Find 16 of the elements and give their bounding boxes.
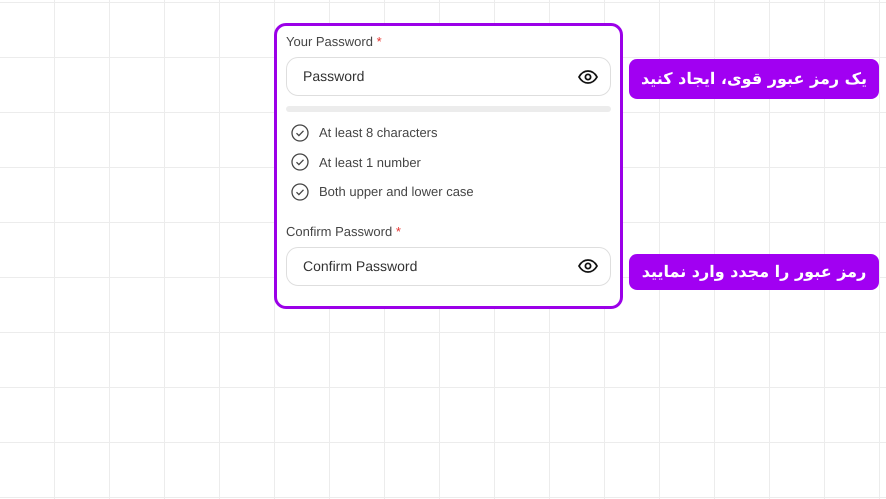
requirement-text: At least 1 number	[319, 154, 421, 172]
eye-icon[interactable]	[578, 70, 598, 84]
requirement-text: At least 8 characters	[319, 124, 438, 142]
annotation-label: یک رمز عبور قوی، ایجاد کنید	[629, 59, 879, 99]
password-field[interactable]: Confirm Password	[286, 246, 611, 286]
password-input[interactable]: Password	[303, 66, 578, 87]
password-input[interactable]: Confirm Password	[303, 256, 578, 276]
check-circle-icon	[291, 153, 309, 172]
eye-icon[interactable]	[578, 259, 598, 273]
field-label: Confirm Password *	[286, 224, 402, 240]
field-label: Your Password *	[286, 34, 383, 50]
requirement-text: Both upper and lower case	[319, 183, 474, 201]
password-field[interactable]: Password	[286, 57, 611, 96]
check-circle-icon	[291, 124, 309, 142]
check-circle-icon	[291, 182, 309, 201]
annotation-label: رمز عبور را مجدد وارد نمایید	[629, 254, 879, 290]
